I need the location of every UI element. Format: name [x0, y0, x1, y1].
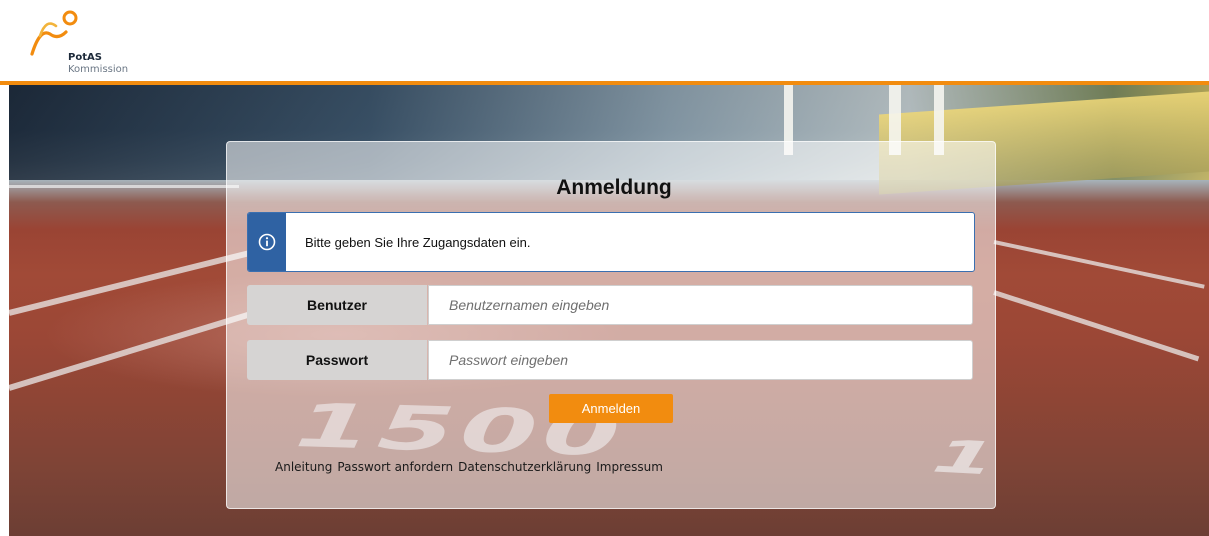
password-label: Passwort: [247, 340, 427, 380]
username-field: Benutzer: [247, 285, 973, 325]
request-password-link[interactable]: Passwort anfordern: [337, 460, 453, 474]
brand-name: PotAS: [68, 52, 102, 63]
info-icon-container: [248, 213, 286, 271]
username-input[interactable]: [428, 285, 973, 325]
header: PotAS Kommission: [0, 0, 1209, 82]
password-input[interactable]: [428, 340, 973, 380]
info-alert: Bitte geben Sie Ihre Zugangsdaten ein.: [247, 212, 975, 272]
track-lane-line: [9, 185, 239, 188]
track-lane-line: [9, 309, 259, 391]
imprint-link[interactable]: Impressum: [596, 460, 663, 474]
runner-logo-icon: [30, 10, 78, 56]
guide-link[interactable]: Anleitung: [275, 460, 332, 474]
info-message: Bitte geben Sie Ihre Zugangsdaten ein.: [305, 235, 531, 250]
login-title-text: Anmeldung: [556, 176, 672, 199]
username-label: Benutzer: [247, 285, 427, 325]
logo[interactable]: PotAS Kommission: [26, 8, 156, 78]
footer-links: Anleitung Passwort anfordern Datenschutzer…: [275, 460, 668, 474]
track-lane-line: [993, 240, 1205, 289]
privacy-policy-link[interactable]: Datenschutzerklärung: [458, 460, 591, 474]
info-icon: [258, 233, 276, 251]
login-button[interactable]: Anmelden: [549, 394, 673, 423]
track-lane-line: [993, 290, 1200, 362]
login-card: Anmeldung Bitte geben Sie Ihre Zugangsda…: [226, 141, 996, 509]
brand-subtitle: Kommission: [68, 64, 129, 75]
login-title: Anmeldung: [227, 176, 995, 200]
password-field: Passwort: [247, 340, 973, 380]
